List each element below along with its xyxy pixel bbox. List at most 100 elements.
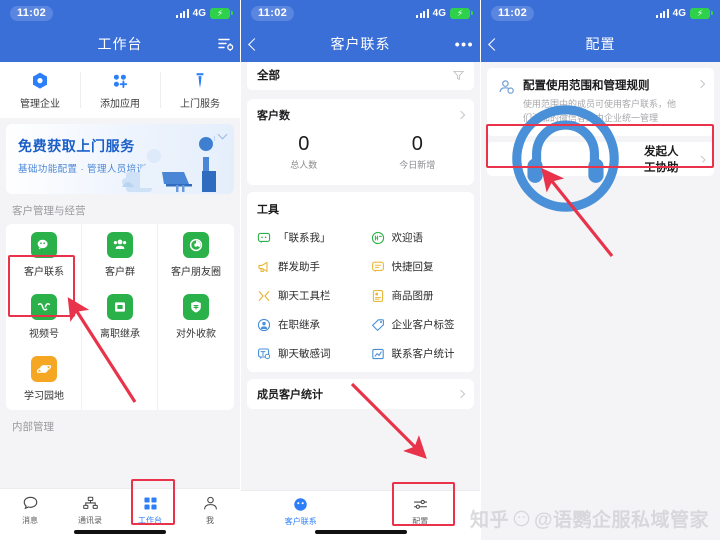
tool-label: 「联系我」 xyxy=(278,230,331,245)
home-indicator xyxy=(315,530,407,534)
tab-config[interactable]: 配置 xyxy=(361,496,481,527)
network-type-label: 4G xyxy=(433,8,446,19)
config-scroll: 配置使用范围和管理规则 使用范围中的成员可使用客户联系，他们添加的微信客户由企业… xyxy=(481,62,720,540)
headset-support-icon xyxy=(497,90,634,227)
chevron-right-icon[interactable] xyxy=(457,111,465,119)
quick-action-label: 管理企业 xyxy=(20,95,60,110)
stat-value: 0 xyxy=(247,133,361,155)
tool-enterprise-customer-tag[interactable]: 企业客户标签 xyxy=(361,310,475,339)
tab-customer-contact[interactable]: 客户联系 xyxy=(241,496,361,527)
tool-mass-send[interactable]: 群发助手 xyxy=(247,252,361,281)
tool-quick-reply[interactable]: 快捷回复 xyxy=(361,252,475,281)
status-bar-3: 11:02 4G ⚡ xyxy=(481,0,720,26)
bottom-tabbar-workbench: 消息 通讯录 工作台 xyxy=(0,488,240,540)
member-stats-card[interactable]: 成员客户统计 xyxy=(247,379,474,409)
back-button[interactable] xyxy=(247,40,259,49)
tag-icon xyxy=(371,318,385,332)
network-type-label: 4G xyxy=(193,8,206,19)
more-button[interactable]: ••• xyxy=(455,37,474,51)
signal-bars-icon xyxy=(176,8,189,18)
chevron-right-icon[interactable] xyxy=(697,80,705,88)
manual-assist-row[interactable]: 发起人工协助 xyxy=(487,142,714,176)
person-icon xyxy=(202,495,219,512)
customer-count-card[interactable]: 客户数 0 总人数 0 今日新增 xyxy=(247,99,474,185)
app-external-payment[interactable]: 对外收款 xyxy=(158,286,234,348)
panel-customer-contact: 11:02 4G ⚡ 客户联系 ••• 全部 xyxy=(240,0,480,540)
navbar-workbench: 工作台 xyxy=(0,26,240,62)
chevron-right-icon[interactable] xyxy=(698,155,705,162)
status-clock: 11:02 xyxy=(251,6,294,21)
product-album-icon xyxy=(371,289,385,303)
more-dots-icon[interactable]: ••• xyxy=(455,37,474,51)
stat-total: 0 总人数 xyxy=(247,133,361,171)
tool-onjob-handover[interactable]: 在职继承 xyxy=(247,310,361,339)
tab-workbench[interactable]: 工作台 xyxy=(120,495,180,526)
battery-charging-icon: ⚡ xyxy=(450,8,470,19)
workbench-scroll: 管理企业 添加应用 上门服务 xyxy=(0,62,240,540)
tab-contacts[interactable]: 通讯录 xyxy=(60,495,120,526)
quick-action-manage-enterprise[interactable]: 管理企业 xyxy=(0,62,80,118)
tool-product-album[interactable]: 商品图册 xyxy=(361,281,475,310)
necktie-icon xyxy=(190,71,210,91)
manual-assist-label: 发起人工协助 xyxy=(644,143,690,175)
tool-label: 欢迎语 xyxy=(392,230,424,245)
watermark: 知乎 @语鹦企服私域管家 xyxy=(470,505,709,532)
tab-label: 配置 xyxy=(412,516,428,527)
channels-icon xyxy=(31,294,57,320)
app-customer-group[interactable]: 客户群 xyxy=(82,224,158,286)
filter-settings-icon[interactable] xyxy=(218,37,234,51)
app-customer-contact[interactable]: 客户联系 xyxy=(6,224,82,286)
home-indicator xyxy=(74,530,166,534)
app-channels[interactable]: 视频号 xyxy=(6,286,82,348)
app-label: 对外收款 xyxy=(176,325,216,340)
tools-grid: 「联系我」 欢迎语 群发助手 xyxy=(247,223,474,372)
moments-camera-icon xyxy=(183,232,209,258)
chevron-right-icon[interactable] xyxy=(457,390,465,398)
page-title: 工作台 xyxy=(0,34,240,54)
battery-charging-icon: ⚡ xyxy=(210,8,230,19)
sliders-icon xyxy=(412,496,429,513)
three-panel-screenshot: 11:02 4G ⚡ 工作台 xyxy=(0,0,720,540)
tool-contact-me[interactable]: 「联系我」 xyxy=(247,223,361,252)
app-study-garden[interactable]: 学习园地 xyxy=(6,348,82,410)
filter-row[interactable]: 全部 xyxy=(247,62,474,90)
app-label: 学习园地 xyxy=(24,387,64,402)
payment-shield-icon xyxy=(183,294,209,320)
navbar-right-actions[interactable] xyxy=(218,37,234,51)
grid-squares-icon xyxy=(142,495,159,512)
org-tree-icon xyxy=(82,495,99,512)
funnel-icon[interactable] xyxy=(453,70,464,81)
app-customer-moments[interactable]: 客户朋友圈 xyxy=(158,224,234,286)
study-planet-icon xyxy=(31,356,57,382)
app-label: 离职继承 xyxy=(100,325,140,340)
tab-label: 消息 xyxy=(22,515,38,526)
tool-sensitive-word[interactable]: 聊天敏感词 xyxy=(247,339,361,368)
quick-action-add-app[interactable]: 添加应用 xyxy=(80,62,160,118)
member-stats-row[interactable]: 成员客户统计 xyxy=(247,379,474,409)
back-button[interactable] xyxy=(487,40,499,49)
chevron-left-icon[interactable] xyxy=(488,38,501,51)
promo-banner[interactable]: 免费获取上门服务 基础功能配置 · 管理人员培训 xyxy=(6,124,234,194)
app-handover[interactable]: 离职继承 xyxy=(82,286,158,348)
quick-action-onsite-service[interactable]: 上门服务 xyxy=(160,62,240,118)
stat-today-new: 0 今日新增 xyxy=(361,133,475,171)
tool-label: 联系客户统计 xyxy=(392,346,455,361)
watermark-handle: @语鹦企服私域管家 xyxy=(534,505,709,532)
sensitive-word-icon xyxy=(257,347,271,361)
tool-contact-stats[interactable]: 联系客户统计 xyxy=(361,339,475,368)
welcome-message-icon xyxy=(371,231,385,245)
tab-me[interactable]: 我 xyxy=(180,495,240,526)
filter-label: 全部 xyxy=(257,67,280,83)
tab-label: 通讯录 xyxy=(78,515,102,526)
tool-label: 快捷回复 xyxy=(392,259,434,274)
stat-label: 总人数 xyxy=(247,158,361,171)
tab-messages[interactable]: 消息 xyxy=(0,495,60,526)
customer-count-header[interactable]: 客户数 xyxy=(247,99,474,123)
add-app-icon xyxy=(110,71,130,91)
tools-card: 工具 「联系我」 xyxy=(247,192,474,372)
chevron-left-icon[interactable] xyxy=(248,38,261,51)
tool-welcome-message[interactable]: 欢迎语 xyxy=(361,223,475,252)
customer-count-values: 0 总人数 0 今日新增 xyxy=(247,123,474,185)
status-bar-2: 11:02 4G ⚡ xyxy=(241,0,480,26)
tool-chat-toolbar[interactable]: 聊天工具栏 xyxy=(247,281,361,310)
